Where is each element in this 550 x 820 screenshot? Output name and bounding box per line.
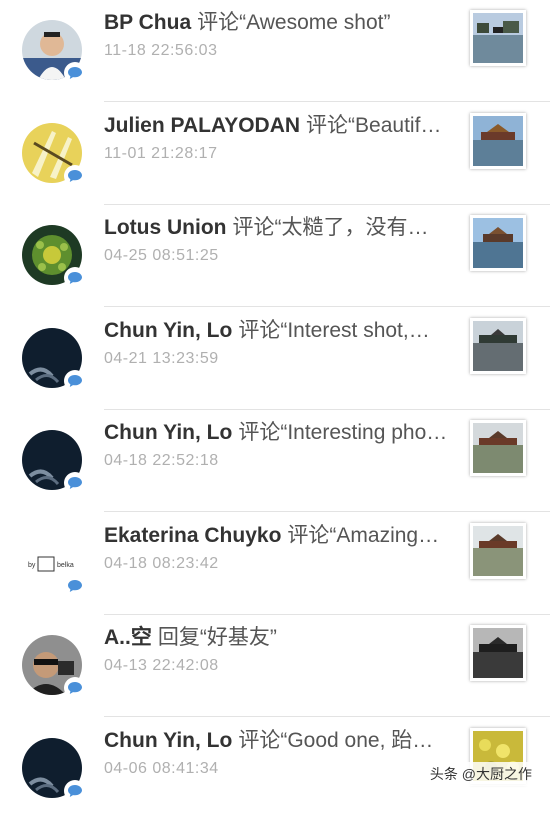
user-name[interactable]: Lotus Union bbox=[104, 216, 226, 239]
avatar[interactable] bbox=[22, 123, 86, 187]
user-name[interactable]: Ekaterina Chuyko bbox=[104, 524, 281, 547]
comment-text: “Interest shot,… bbox=[280, 319, 430, 342]
avatar[interactable]: by belka bbox=[22, 533, 86, 597]
comment-bubble-icon bbox=[64, 472, 86, 494]
action-label: 评论 bbox=[197, 11, 240, 34]
avatar[interactable] bbox=[22, 635, 86, 699]
action-label: 评论 bbox=[287, 524, 330, 547]
photo-thumbnail[interactable] bbox=[470, 113, 526, 169]
notification-text: Chun Yin, Lo 评论“Interesting pho… bbox=[104, 416, 454, 446]
photo-thumbnail[interactable] bbox=[470, 625, 526, 681]
comment-text: “Beautif… bbox=[348, 114, 442, 137]
timestamp: 04-21 13:23:59 bbox=[104, 350, 219, 367]
comment-text: “Interesting pho… bbox=[280, 421, 448, 444]
divider bbox=[104, 101, 550, 102]
divider bbox=[104, 511, 550, 512]
photo-thumbnail[interactable] bbox=[470, 420, 526, 476]
notification-text: A..空 回复“好基友” bbox=[104, 621, 454, 651]
comment-bubble-icon bbox=[64, 165, 86, 187]
notification-text: Chun Yin, Lo 评论“Good one, 跆… bbox=[104, 724, 454, 754]
timestamp: 04-13 22:42:08 bbox=[104, 657, 219, 674]
notification-item[interactable]: Chun Yin, Lo 评论“Interest shot,… 04-21 13:… bbox=[0, 308, 550, 410]
user-name[interactable]: Chun Yin, Lo bbox=[104, 319, 232, 342]
notification-text: Ekaterina Chuyko 评论“Amazing… bbox=[104, 519, 454, 549]
timestamp: 11-01 21:28:17 bbox=[104, 145, 218, 162]
notification-item[interactable]: Lotus Union 评论“太糙了，没有… 04-25 08:51:25 bbox=[0, 205, 550, 307]
comment-bubble-icon bbox=[64, 267, 86, 289]
divider bbox=[104, 306, 550, 307]
user-name[interactable]: Julien PALAYODAN bbox=[104, 114, 300, 137]
avatar[interactable] bbox=[22, 738, 86, 802]
photo-thumbnail[interactable] bbox=[470, 523, 526, 579]
notification-list: BP Chua评论“Awesome shot” 11-18 22:56:03 bbox=[0, 0, 550, 802]
comment-text: “好基友” bbox=[199, 626, 277, 649]
action-label: 回复 bbox=[157, 626, 200, 649]
photo-thumbnail[interactable] bbox=[470, 318, 526, 374]
comment-text: “Good one, 跆… bbox=[280, 729, 434, 752]
avatar[interactable] bbox=[22, 20, 86, 84]
action-label: 评论 bbox=[238, 421, 281, 444]
comment-bubble-icon bbox=[64, 677, 86, 699]
action-label: 评论 bbox=[232, 216, 275, 239]
avatar[interactable] bbox=[22, 225, 86, 289]
photo-thumbnail[interactable] bbox=[470, 10, 526, 66]
notification-item[interactable]: BP Chua 评论“Awesome shot” 11-18 22:56:03 bbox=[0, 0, 550, 102]
comment-bubble-icon bbox=[64, 575, 86, 597]
notification-item[interactable]: by belka Ekaterina Chuyko 评论“Amazing… 04-… bbox=[0, 513, 550, 615]
avatar[interactable] bbox=[22, 328, 86, 392]
timestamp: 04-18 22:52:18 bbox=[104, 452, 219, 469]
notification-text: Julien PALAYODAN 评论“Beautif… bbox=[104, 109, 454, 139]
notification-text: Lotus Union 评论“太糙了，没有… bbox=[104, 211, 454, 241]
notification-item[interactable]: Julien PALAYODAN 评论“Beautif… 11-01 21:28:… bbox=[0, 103, 550, 205]
action-label: 评论 bbox=[238, 729, 281, 752]
avatar-text-right: belka bbox=[57, 562, 74, 569]
notification-item[interactable]: Chun Yin, Lo 评论“Interesting pho… 04-18 22… bbox=[0, 410, 550, 512]
notification-text: Chun Yin, Lo 评论“Interest shot,… bbox=[104, 314, 454, 344]
divider bbox=[104, 716, 550, 717]
timestamp: 11-18 22:56:03 bbox=[104, 42, 218, 59]
notification-text: BP Chua 评论“Awesome shot” bbox=[104, 6, 454, 36]
user-name[interactable]: A..空 bbox=[104, 626, 152, 649]
avatar-text-left: by bbox=[28, 562, 36, 569]
user-name[interactable]: BP Chua bbox=[104, 11, 191, 34]
timestamp: 04-06 08:41:34 bbox=[104, 760, 219, 777]
action-label: 评论 bbox=[306, 114, 349, 137]
timestamp: 04-18 08:23:42 bbox=[104, 555, 219, 572]
comment-text: “Awesome shot” bbox=[239, 11, 391, 34]
user-name[interactable]: Chun Yin, Lo bbox=[104, 729, 232, 752]
comment-text: “Amazing… bbox=[329, 524, 440, 547]
timestamp: 04-25 08:51:25 bbox=[104, 247, 219, 264]
action-label: 评论 bbox=[238, 319, 281, 342]
user-name[interactable]: Chun Yin, Lo bbox=[104, 421, 232, 444]
notification-item[interactable]: A..空 回复“好基友” 04-13 22:42:08 bbox=[0, 615, 550, 717]
comment-bubble-icon bbox=[64, 370, 86, 392]
comment-bubble-icon bbox=[64, 62, 86, 84]
watermark: 头条 @大厨之作 bbox=[425, 762, 536, 786]
photo-thumbnail[interactable] bbox=[470, 215, 526, 271]
avatar[interactable] bbox=[22, 430, 86, 494]
comment-text: “太糙了，没有… bbox=[274, 216, 429, 239]
comment-bubble-icon bbox=[64, 780, 86, 802]
